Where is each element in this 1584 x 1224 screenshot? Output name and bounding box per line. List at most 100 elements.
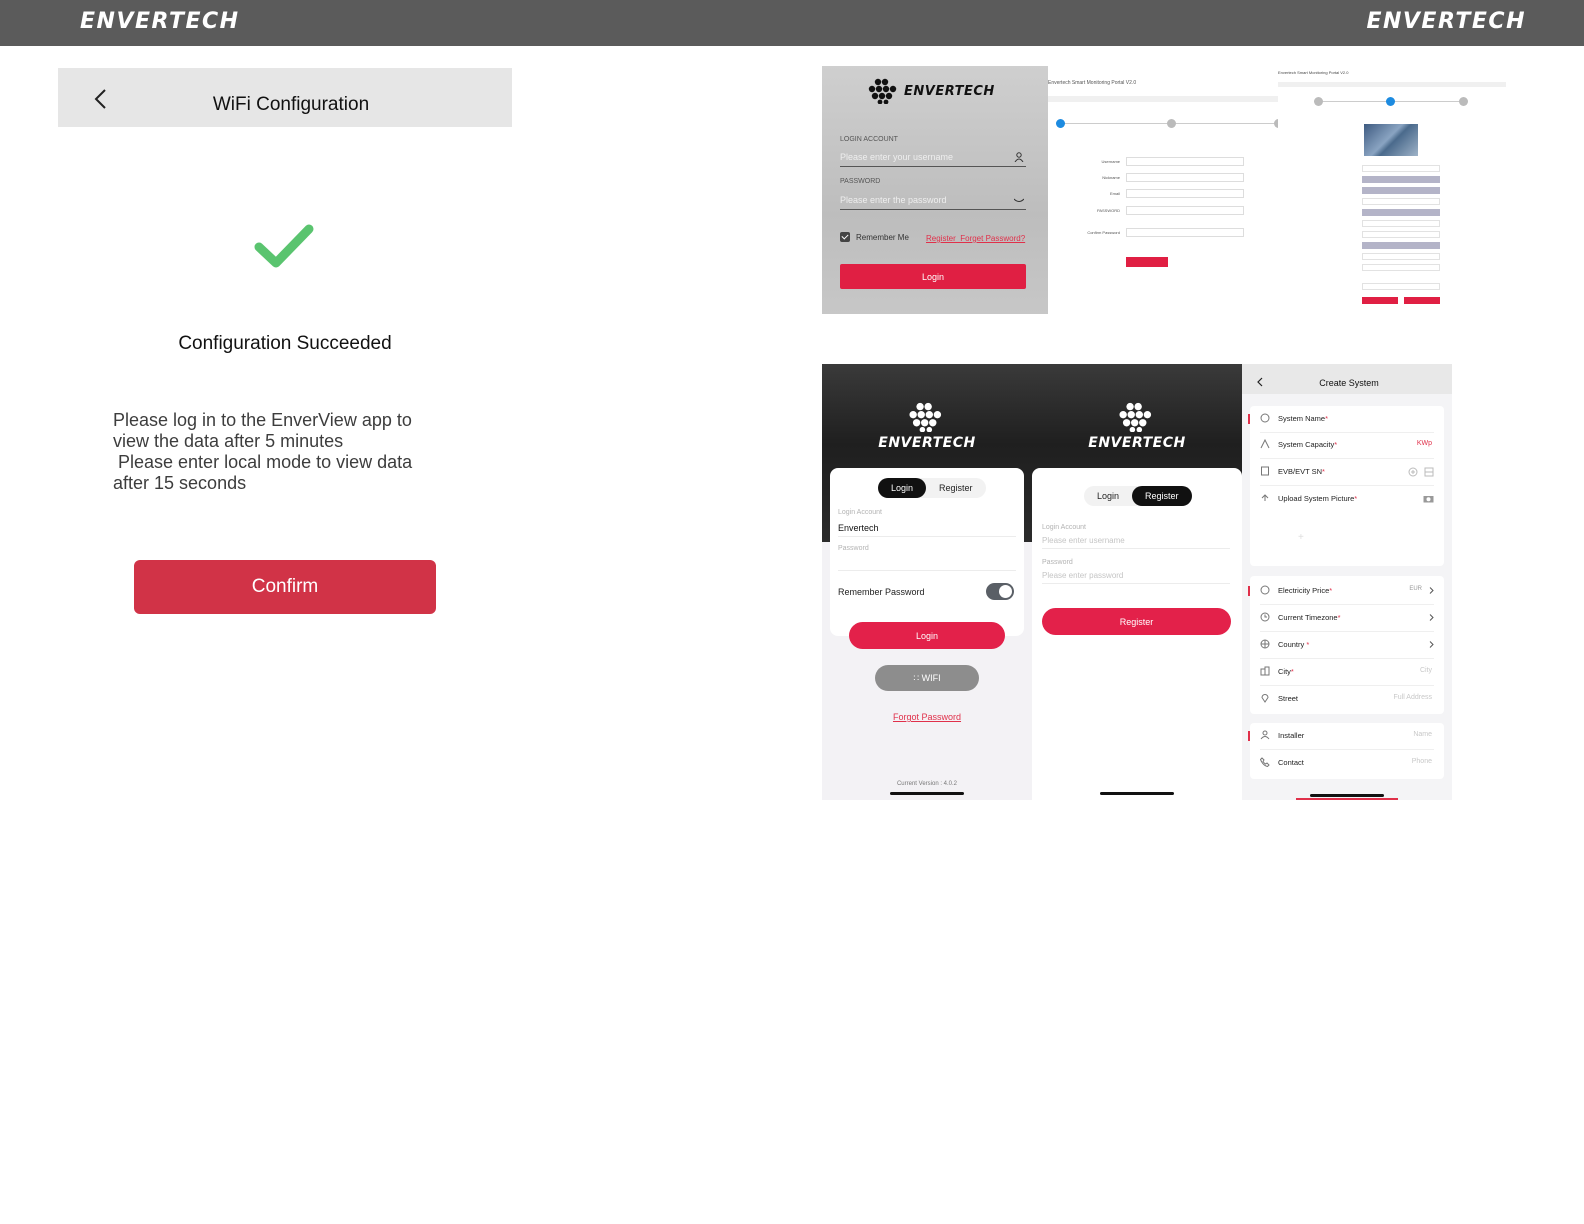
system-capacity-row[interactable]: System Capacity* KWp bbox=[1250, 432, 1444, 459]
required-asterisk: * bbox=[1322, 467, 1325, 476]
system-name-icon bbox=[1260, 413, 1270, 423]
remember-me[interactable]: Remember Me bbox=[840, 232, 909, 242]
next-button[interactable] bbox=[1126, 257, 1168, 267]
register-account-input[interactable]: Please enter username bbox=[1042, 536, 1230, 549]
required-asterisk: * bbox=[1290, 667, 1294, 676]
previous-button[interactable] bbox=[1362, 297, 1398, 304]
row-label: EVB/EVT SN* bbox=[1278, 467, 1325, 476]
password-field[interactable]: Please enter the password bbox=[840, 195, 1026, 210]
form-input[interactable] bbox=[1362, 220, 1440, 227]
form-select[interactable] bbox=[1362, 187, 1440, 194]
login-account-label: Login Account bbox=[1042, 524, 1086, 531]
tab-login[interactable]: Login bbox=[878, 478, 927, 498]
login-account-input[interactable]: Envertech bbox=[838, 523, 1016, 537]
timezone-row[interactable]: Current Timezone* bbox=[1250, 605, 1444, 632]
confirm-button[interactable]: Confirm bbox=[134, 560, 436, 614]
step-dot bbox=[1386, 97, 1395, 106]
row-label: Electricity Price* bbox=[1278, 586, 1332, 595]
form-select[interactable] bbox=[1362, 176, 1440, 183]
wifi-icon: ∷ bbox=[913, 672, 922, 683]
contact-row[interactable]: Contact Phone bbox=[1250, 750, 1444, 777]
configuration-status: Configuration Succeeded bbox=[178, 333, 392, 354]
login-register-switch: Login Register bbox=[878, 478, 986, 498]
create-system-header: Create System bbox=[1242, 364, 1452, 394]
installer-row[interactable]: Installer Name bbox=[1248, 723, 1444, 750]
required-asterisk: * bbox=[1337, 613, 1341, 622]
text-input[interactable] bbox=[1126, 173, 1244, 182]
login-account-label: LOGIN ACCOUNT bbox=[840, 136, 898, 143]
envertech-logo-icon bbox=[868, 78, 897, 104]
instruction-line: Please enter local mode to view data bbox=[113, 452, 413, 472]
city-row[interactable]: City* City bbox=[1250, 659, 1444, 686]
form-row: Nickname bbox=[1048, 173, 1278, 185]
add-picture-icon[interactable]: + bbox=[1298, 532, 1304, 543]
form-select[interactable] bbox=[1362, 209, 1440, 216]
register-password-input[interactable]: Please enter password bbox=[1042, 571, 1230, 584]
remember-password-label: Remember Password bbox=[838, 587, 925, 597]
password-input[interactable] bbox=[838, 558, 1016, 571]
forgot-password-link[interactable]: Forgot Password bbox=[822, 712, 1032, 722]
form-input[interactable] bbox=[1362, 165, 1440, 172]
upload-picture-row[interactable]: Upload System Picture* bbox=[1250, 486, 1444, 513]
add-icon[interactable] bbox=[1408, 467, 1418, 477]
clock-icon bbox=[1260, 612, 1270, 622]
mobile-logo: ENVERTECH bbox=[1032, 402, 1242, 452]
chevron-right-icon bbox=[1429, 587, 1434, 594]
user-icon bbox=[1014, 152, 1024, 162]
remember-checkbox[interactable] bbox=[840, 232, 850, 242]
scan-icon[interactable] bbox=[1424, 467, 1434, 477]
register-button[interactable] bbox=[1404, 297, 1440, 304]
form-select[interactable] bbox=[1362, 242, 1440, 249]
step-progress bbox=[1314, 97, 1468, 106]
tab-register[interactable]: Register bbox=[926, 478, 986, 498]
row-label-text: EVB/EVT SN bbox=[1278, 467, 1323, 476]
form-input[interactable] bbox=[1362, 231, 1440, 238]
header-bar bbox=[1048, 96, 1278, 102]
text-input[interactable] bbox=[1126, 206, 1244, 215]
text-input[interactable] bbox=[1126, 228, 1244, 237]
row-label-text: Street bbox=[1278, 694, 1299, 703]
form-input[interactable] bbox=[1362, 253, 1440, 260]
mobile-login-button[interactable]: Login bbox=[849, 622, 1005, 649]
mobile-register-button[interactable]: Register bbox=[1042, 608, 1231, 635]
eye-closed-icon[interactable] bbox=[1014, 195, 1024, 205]
required-asterisk: * bbox=[1325, 414, 1329, 423]
required-asterisk: * bbox=[1354, 494, 1358, 503]
portal-header: Envertech Smart Monitoring Portal V2.0 bbox=[1048, 80, 1137, 86]
electricity-price-row[interactable]: Electricity Price* EUR bbox=[1248, 578, 1444, 605]
row-label-text: Installer bbox=[1278, 731, 1305, 740]
form-input[interactable] bbox=[1362, 283, 1440, 290]
username-placeholder: Please enter your username bbox=[840, 152, 954, 162]
register-forgot-links[interactable]: Register Forget Password? bbox=[926, 234, 1025, 243]
row-label-text: Contact bbox=[1278, 758, 1304, 767]
form-input[interactable] bbox=[1362, 198, 1440, 205]
create-system-title: Create System bbox=[1319, 378, 1379, 388]
text-input[interactable] bbox=[1126, 157, 1244, 166]
solar-panel-picture bbox=[1364, 124, 1418, 156]
submit-button-edge[interactable] bbox=[1296, 798, 1398, 800]
street-row[interactable]: Street Full Address bbox=[1250, 686, 1444, 713]
web-login-button[interactable]: Login bbox=[840, 264, 1026, 289]
sn-row[interactable]: EVB/EVT SN* bbox=[1250, 459, 1444, 486]
instruction-line: after 15 seconds bbox=[113, 473, 247, 493]
remember-password-toggle[interactable] bbox=[986, 583, 1014, 600]
country-row[interactable]: Country * bbox=[1250, 632, 1444, 659]
camera-icon[interactable] bbox=[1423, 494, 1434, 503]
tab-login[interactable]: Login bbox=[1084, 486, 1132, 506]
location-card: Electricity Price* EUR Current Timezone*… bbox=[1248, 576, 1444, 714]
form-row: Confirm Password bbox=[1048, 228, 1278, 240]
sn-icon bbox=[1261, 466, 1269, 476]
wifi-config-header: WiFi Configuration bbox=[58, 68, 512, 127]
form-input[interactable] bbox=[1362, 264, 1440, 271]
wifi-button[interactable]: ∷ WIFI bbox=[875, 665, 979, 691]
tab-register[interactable]: Register bbox=[1132, 486, 1192, 506]
username-field[interactable]: Please enter your username bbox=[840, 152, 1026, 167]
row-label: Installer bbox=[1278, 731, 1304, 740]
header-bar bbox=[1278, 82, 1506, 87]
required-marker bbox=[1248, 586, 1250, 596]
text-input[interactable] bbox=[1126, 189, 1244, 198]
system-info-card: System Name* System Capacity* KWp EVB/EV… bbox=[1248, 406, 1444, 566]
field-label: Username bbox=[1101, 159, 1120, 164]
system-name-row[interactable]: System Name* bbox=[1248, 406, 1444, 433]
instruction-line: view the data after 5 minutes bbox=[113, 431, 344, 451]
